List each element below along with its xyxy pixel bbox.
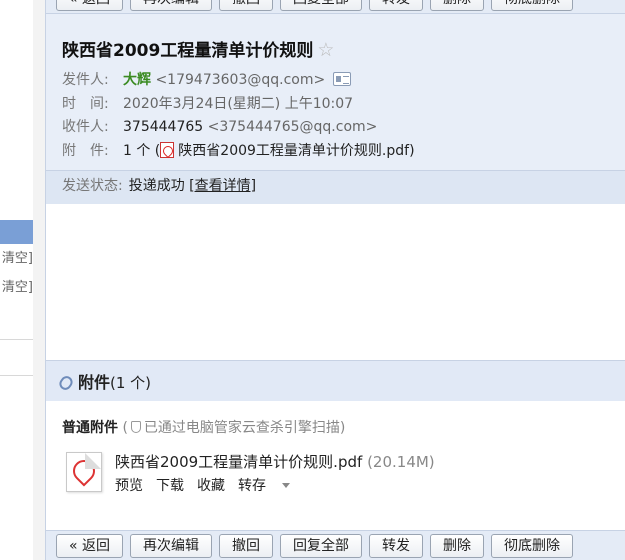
save-to-label: 转存	[238, 478, 266, 494]
pdf-file-icon[interactable]	[66, 452, 102, 492]
sender-email: <179473603@qq.com>	[155, 72, 326, 88]
download-link[interactable]: 下载	[156, 478, 184, 494]
status-label: 发送状态:	[62, 178, 123, 194]
sidebar-divider	[0, 375, 33, 376]
attachment-file-name[interactable]: 陕西省2009工程量清单计价规则.pdf	[115, 453, 362, 471]
sender-name[interactable]: 大辉	[123, 72, 151, 88]
scan-prefix: (	[122, 420, 128, 436]
to-row: 收件人: 375444765 <375444765@qq.com>	[62, 116, 377, 136]
delete-forever-button[interactable]: 彻底删除	[491, 534, 574, 558]
sidebar-selected-item[interactable]	[0, 220, 33, 244]
attachment-row: 附 件: 1 个 ( 陕西省2009工程量清单计价规则.pdf)	[62, 140, 415, 160]
edit-again-button[interactable]: 再次编辑	[130, 534, 213, 558]
status-details-link[interactable]: [查看详情]	[189, 178, 256, 194]
paperclip-icon	[57, 373, 75, 393]
sidebar-clear-link-1[interactable]: 清空]	[0, 250, 33, 268]
attachments-title: 附件	[78, 373, 111, 392]
status-value: 投递成功	[128, 178, 185, 194]
delete-forever-button[interactable]: 彻底删除	[491, 0, 574, 11]
attachment-close-paren: )	[409, 143, 415, 159]
attachments-header: 附件(1 个)	[46, 361, 625, 401]
contact-card-icon[interactable]	[333, 72, 352, 86]
shield-icon	[130, 421, 141, 433]
delete-button[interactable]: 删除	[430, 534, 485, 558]
recipient-name[interactable]: 375444765	[123, 119, 203, 135]
common-attachment-line: 普通附件 ( 已通过电脑管家云查杀引擎扫描)	[62, 417, 345, 437]
recall-button[interactable]: 撤回	[219, 0, 274, 11]
attachments-count: (1 个)	[110, 374, 152, 392]
time-label: 时 间:	[62, 96, 109, 112]
forward-button[interactable]: 转发	[369, 534, 424, 558]
edit-again-button[interactable]: 再次编辑	[130, 0, 213, 11]
scan-notice: ( 已通过电脑管家云查杀引擎扫描)	[122, 420, 345, 436]
send-status-bar: 发送状态: 投递成功 [查看详情]	[46, 170, 625, 204]
back-button[interactable]: « 返回	[56, 534, 124, 558]
star-icon[interactable]: ☆	[317, 39, 334, 61]
attachment-file-size: (20.14M)	[367, 453, 435, 471]
attachment-file: 陕西省2009工程量清单计价规则.pdf (20.14M)	[115, 451, 435, 472]
mail-subject: 陕西省2009工程量清单计价规则 ☆	[62, 36, 334, 61]
mail-read-panel: 陕西省2009工程量清单计价规则 ☆ 发件人: 大辉 <179473603@qq.c…	[45, 0, 625, 560]
scan-text: 已通过电脑管家云查杀引擎扫描)	[143, 420, 346, 436]
attachment-count: 1 个 (	[123, 143, 161, 159]
sidebar-clear-link-2[interactable]: 清空]	[0, 279, 33, 297]
attachment-link[interactable]: 陕西省2009工程量清单计价规则.pdf	[178, 143, 409, 159]
recall-button[interactable]: 撤回	[219, 534, 274, 558]
to-label: 收件人:	[62, 119, 109, 135]
forward-button[interactable]: 转发	[369, 0, 424, 11]
chevron-down-icon	[282, 483, 290, 488]
attachment-label: 附 件:	[62, 143, 109, 159]
attachment-actions: 预览 下载 收藏 转存	[115, 475, 316, 495]
bottom-toolbar: « 返回 再次编辑 撤回 回复全部 转发 删除 彻底删除	[46, 530, 625, 560]
favorite-link[interactable]: 收藏	[197, 478, 225, 494]
back-button[interactable]: « 返回	[56, 0, 124, 11]
left-sidebar: 清空] 清空]	[0, 0, 33, 560]
time-row: 时 间: 2020年3月24日(星期二) 上午10:07	[62, 93, 353, 113]
subject-text: 陕西省2009工程量清单计价规则	[62, 41, 314, 61]
mail-header: 陕西省2009工程量清单计价规则 ☆ 发件人: 大辉 <179473603@qq.c…	[46, 14, 625, 204]
panel-gutter	[33, 0, 45, 560]
preview-link[interactable]: 预览	[115, 478, 143, 494]
reply-all-button[interactable]: 回复全部	[280, 534, 363, 558]
reply-all-button[interactable]: 回复全部	[280, 0, 363, 11]
common-attachment-label: 普通附件	[62, 420, 118, 436]
from-row: 发件人: 大辉 <179473603@qq.com>	[62, 69, 352, 89]
attachments-section: 附件(1 个) 普通附件 ( 已通过电脑管家云查杀引擎扫描) 陕西省2009工程量…	[46, 360, 625, 530]
recipient-email: <375444765@qq.com>	[207, 119, 378, 135]
top-toolbar: « 返回再次编辑撤回回复全部转发删除彻底删除	[46, 0, 625, 14]
delete-button[interactable]: 删除	[430, 0, 485, 11]
save-to-dropdown[interactable]: 转存	[238, 478, 303, 494]
from-label: 发件人:	[62, 72, 109, 88]
time-value: 2020年3月24日(星期二) 上午10:07	[123, 96, 354, 112]
pdf-icon	[160, 142, 175, 158]
sidebar-divider	[0, 339, 33, 340]
